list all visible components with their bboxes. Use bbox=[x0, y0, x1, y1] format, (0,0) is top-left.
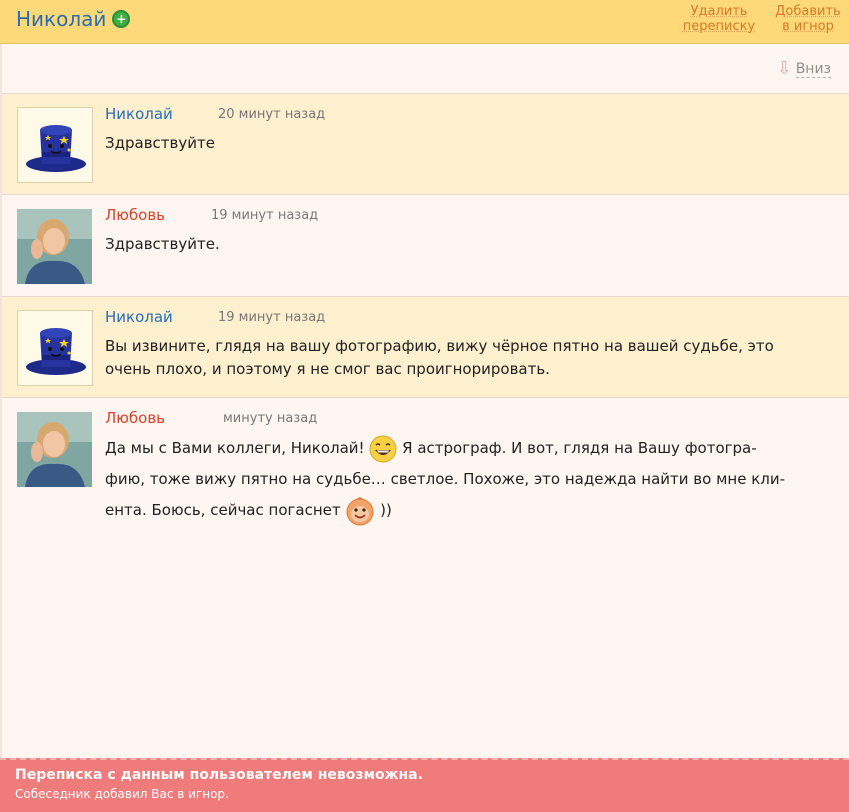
message-item: Любовь минуту назад Да мы с Вами коллеги… bbox=[2, 397, 849, 758]
contact-name[interactable]: Николай bbox=[16, 7, 106, 31]
user-photo-icon bbox=[17, 412, 92, 487]
ignore-label-line1: Добавить bbox=[775, 4, 841, 19]
message-author[interactable]: Любовь bbox=[105, 409, 165, 427]
message-text: Здравствуйте bbox=[105, 134, 215, 152]
user-photo-icon bbox=[17, 209, 92, 284]
message-text: Здравствуйте. bbox=[105, 235, 220, 253]
message-text: Вы извините, глядя на вашу фотографию, в… bbox=[105, 335, 805, 381]
messages-panel: ⇩ Вниз Николай 20 минут назад Здравствуй… bbox=[0, 44, 849, 758]
avatar-nikolay[interactable] bbox=[17, 310, 93, 386]
smiling-face-icon bbox=[346, 496, 374, 525]
arrow-down-icon: ⇩ bbox=[776, 58, 792, 79]
message-time: минуту назад bbox=[223, 411, 318, 426]
message-time: 20 минут назад bbox=[218, 107, 326, 122]
message-text-line: очень плохо, и поэтому я не смог вас про… bbox=[105, 360, 550, 378]
message-time: 19 минут назад bbox=[218, 310, 326, 325]
message-author[interactable]: Любовь bbox=[105, 206, 165, 224]
message-text-line: Вы извините, глядя на вашу фотографию, в… bbox=[105, 337, 774, 355]
online-status-icon: + bbox=[112, 10, 131, 28]
message-text-part: ента. Боюсь, сейчас погаснет bbox=[105, 501, 341, 519]
message-text-line: фию, тоже вижу пятно на судьбе… светлое.… bbox=[105, 470, 786, 488]
delete-label-line1: Удалить bbox=[690, 4, 748, 19]
avatar-lubov[interactable] bbox=[17, 412, 92, 487]
laughing-smiley-icon bbox=[369, 435, 397, 462]
message-author[interactable]: Николай bbox=[105, 308, 173, 326]
ignore-notice-subtitle: Собеседник добавил Вас в игнор. bbox=[15, 787, 229, 801]
message-text-part: Да мы с Вами коллеги, Николай! bbox=[105, 439, 365, 457]
scroll-down-link[interactable]: ⇩ Вниз bbox=[777, 60, 831, 78]
wizard-hat-icon bbox=[26, 125, 86, 172]
message-text-line: ента. Боюсь, сейчас погаснет )) bbox=[105, 495, 805, 526]
message-text-part: Я астрограф. И вот, глядя на Вашу фотогр… bbox=[402, 439, 757, 457]
message-text-line: Да мы с Вами коллеги, Николай! Я астрогр… bbox=[105, 433, 805, 464]
chat-header: Николай + Удалить переписку Добавить в и… bbox=[0, 0, 849, 44]
ignore-label-line2: в игнор bbox=[782, 19, 834, 34]
delete-label-line2: переписку bbox=[682, 19, 756, 34]
message-text-part: )) bbox=[380, 501, 392, 519]
add-to-ignore-link[interactable]: Добавить в игнор bbox=[772, 4, 844, 34]
wizard-hat-icon bbox=[26, 328, 86, 375]
message-time: 19 минут назад bbox=[211, 208, 319, 223]
message-item: Николай 20 минут назад Здравствуйте bbox=[2, 93, 849, 194]
delete-conversation-link[interactable]: Удалить переписку bbox=[680, 4, 758, 34]
contact-title: Николай + bbox=[16, 7, 131, 31]
avatar-nikolay[interactable] bbox=[17, 107, 93, 183]
ignore-notice: Переписка с данным пользователем невозмо… bbox=[0, 758, 849, 812]
message-text: Да мы с Вами коллеги, Николай! Я астрогр… bbox=[105, 433, 805, 526]
scroll-down-label: Вниз bbox=[795, 60, 831, 78]
message-item: Николай 19 минут назад Вы извините, гляд… bbox=[2, 296, 849, 397]
message-item: Любовь 19 минут назад Здравствуйте. bbox=[2, 194, 849, 296]
avatar-lubov[interactable] bbox=[17, 209, 92, 284]
ignore-notice-title: Переписка с данным пользователем невозмо… bbox=[15, 767, 423, 783]
message-author[interactable]: Николай bbox=[105, 105, 173, 123]
